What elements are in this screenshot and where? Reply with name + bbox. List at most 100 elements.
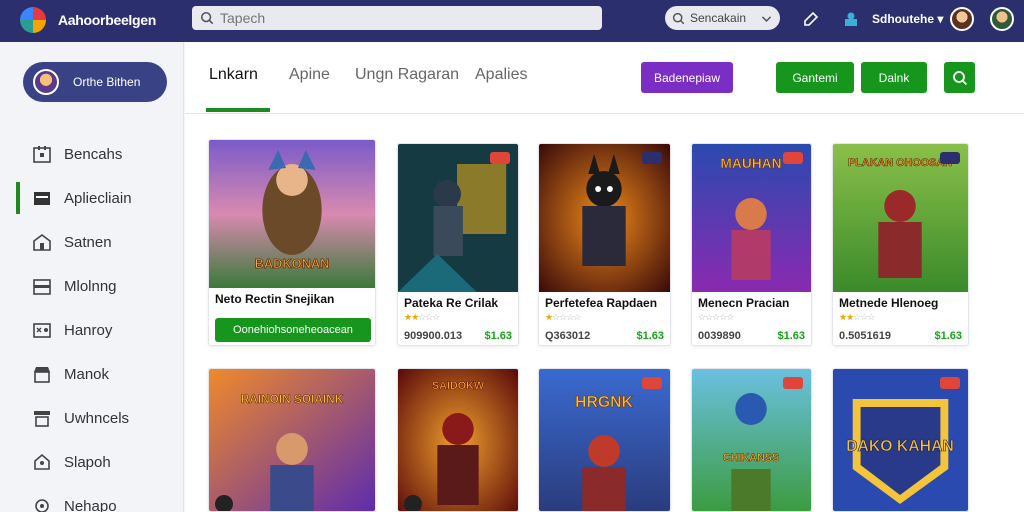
sidebar-item-label: Hanroy xyxy=(64,321,113,339)
card-art-text: PLAKAN OHOOSAN xyxy=(848,157,952,169)
app-logo[interactable] xyxy=(20,7,46,33)
card-art-text: CHIKANSS xyxy=(723,452,779,464)
filter-select[interactable]: Sencakain xyxy=(665,6,780,30)
game-card[interactable]: DAKO KAHAN xyxy=(832,368,969,512)
sidebar-item-label: Uwhncels xyxy=(64,409,130,427)
rating-stars: ☆☆☆☆☆ xyxy=(698,312,734,322)
game-cover-art: MAUHAN xyxy=(692,144,811,292)
edit-icon[interactable] xyxy=(802,10,820,28)
search-icon xyxy=(200,11,214,25)
tab-bar: Lnkarn Apine Ungn Ragaran Apalies Badene… xyxy=(185,42,1024,114)
search-button[interactable] xyxy=(944,62,975,93)
game-cover-art xyxy=(398,144,518,292)
sale-badge xyxy=(940,377,960,389)
rating-stars: ★☆☆☆☆ xyxy=(545,312,581,322)
list-icon xyxy=(34,411,50,427)
sale-price: $1.63 xyxy=(636,330,664,342)
gantemi-button[interactable]: Gantemi xyxy=(776,62,854,93)
user-menu[interactable]: Sdhoutehe ▾ xyxy=(872,12,943,26)
sidebar-item-satnen[interactable]: Satnen xyxy=(0,224,184,260)
search-bar[interactable] xyxy=(192,6,602,30)
card-art-text: HRGNK xyxy=(575,394,633,411)
original-price: 0.5051619 xyxy=(839,330,891,342)
sidebar-item-uwhncels[interactable]: Uwhncels xyxy=(0,400,184,436)
game-card[interactable]: Perfetefea Rapdaen ★☆☆☆☆ Q363012 $1.63 xyxy=(538,143,671,346)
card-art-text: RAINOIN SOIAINK xyxy=(241,392,344,406)
game-cover-art: RAINOIN SOIAINK xyxy=(209,369,375,511)
card-title: Menecn Pracian xyxy=(698,296,790,310)
sidebar-item-apliecliain[interactable]: Apliecliain xyxy=(0,180,184,216)
home-icon xyxy=(33,234,51,251)
tab-ungn-ragaran[interactable]: Ungn Ragaran xyxy=(355,66,459,84)
platform-badge xyxy=(940,152,960,164)
search-icon xyxy=(952,70,967,85)
tab-lnkarn[interactable]: Lnkarn xyxy=(209,66,258,84)
avatar[interactable] xyxy=(950,7,974,31)
card-art-text: BADKONAN xyxy=(255,256,330,271)
gear-icon xyxy=(35,499,49,512)
original-price: 909900.013 xyxy=(404,330,463,342)
sidebar-item-slapoh[interactable]: Slapoh xyxy=(0,444,184,480)
sidebar-item-label: Bencahs xyxy=(64,145,123,163)
game-card[interactable]: SAIDOKW xyxy=(397,368,519,512)
sale-badge xyxy=(783,152,803,164)
sidebar-item-label: Satnen xyxy=(64,233,112,251)
card-title: Neto Rectin Snejikan xyxy=(215,292,335,306)
game-cover-art: SAIDOKW xyxy=(398,369,518,511)
sidebar-item-label: Manok xyxy=(64,365,110,383)
game-card[interactable]: RAINOIN SOIAINK xyxy=(208,368,376,512)
person-icon[interactable] xyxy=(842,10,860,28)
sidebar-item-hanroy[interactable]: Hanroy xyxy=(0,312,184,348)
profile-label: Orthe Bithen xyxy=(73,75,141,89)
house-icon xyxy=(34,453,50,470)
card-art-text: MAUHAN xyxy=(720,155,781,171)
sale-badge xyxy=(642,377,662,389)
gamepad-icon xyxy=(33,323,51,338)
chevron-down-icon: ▾ xyxy=(937,12,944,26)
purple-action-button[interactable]: Badenepiaw xyxy=(641,62,733,93)
platform-icon xyxy=(404,495,422,511)
game-cover-art: DAKO KAHAN xyxy=(833,369,968,511)
sale-badge xyxy=(783,377,803,389)
game-card[interactable]: HRGNK xyxy=(538,368,671,512)
card-title: Pateka Re Crilak xyxy=(404,296,499,310)
dalnk-button[interactable]: Dalnk xyxy=(861,62,927,93)
avatar-secondary[interactable] xyxy=(990,7,1014,31)
card-title: Metnede Hlenoeg xyxy=(839,296,939,310)
game-card[interactable]: Pateka Re Crilak ★★☆☆☆ 909900.013 $1.63 xyxy=(397,143,519,346)
game-cover-art: HRGNK xyxy=(539,369,670,511)
calendar-icon xyxy=(33,146,51,163)
game-card[interactable]: BADKONAN Neto Rectin Snejikan Oonehiohso… xyxy=(208,139,376,346)
game-cover-art: BADKONAN xyxy=(209,140,375,288)
sale-badge xyxy=(490,152,510,164)
sale-price: $1.63 xyxy=(934,330,962,342)
sidebar-item-label: Nehapo xyxy=(64,497,117,512)
install-button[interactable]: Oonehiohsoneheoacean xyxy=(215,318,371,342)
sidebar-item-manok[interactable]: Manok xyxy=(0,356,184,392)
card-title: Perfetefea Rapdaen xyxy=(545,296,658,310)
user-name: Sdhoutehe xyxy=(872,12,934,26)
sidebar: Orthe Bithen Bencahs Apliecliain Satnen … xyxy=(0,42,184,512)
filter-select-value: Sencakain xyxy=(690,11,747,25)
game-card[interactable]: PLAKAN OHOOSAN Metnede Hlenoeg ★★☆☆☆ 0.5… xyxy=(832,143,969,346)
tab-apine[interactable]: Apine xyxy=(289,66,330,84)
sidebar-item-bencahs[interactable]: Bencahs xyxy=(0,136,184,172)
search-icon xyxy=(672,12,685,24)
search-input[interactable] xyxy=(220,10,580,26)
sidebar-item-label: Apliecliain xyxy=(64,189,132,207)
sidebar-item-label: Slapoh xyxy=(64,453,111,471)
rating-stars: ★★☆☆☆ xyxy=(839,312,875,322)
store-icon xyxy=(34,367,50,383)
sidebar-item-nehapo[interactable]: Nehapo xyxy=(0,488,184,512)
app-title: Aahoorbeelgen xyxy=(58,12,157,28)
tab-apalies[interactable]: Apalies xyxy=(475,66,527,84)
card-art-text: SAIDOKW xyxy=(432,380,485,392)
profile-button[interactable]: Orthe Bithen xyxy=(23,62,167,102)
game-card[interactable]: MAUHAN Menecn Pracian ☆☆☆☆☆ 0039890 $1.6… xyxy=(691,143,812,346)
platform-badge xyxy=(642,152,662,164)
original-price: 0039890 xyxy=(698,330,741,342)
sidebar-item-mlolnng[interactable]: Mlolnng xyxy=(0,268,184,304)
game-card[interactable]: CHIKANSS xyxy=(691,368,812,512)
rating-stars: ★★☆☆☆ xyxy=(404,312,440,322)
game-cover-art: CHIKANSS xyxy=(692,369,811,511)
